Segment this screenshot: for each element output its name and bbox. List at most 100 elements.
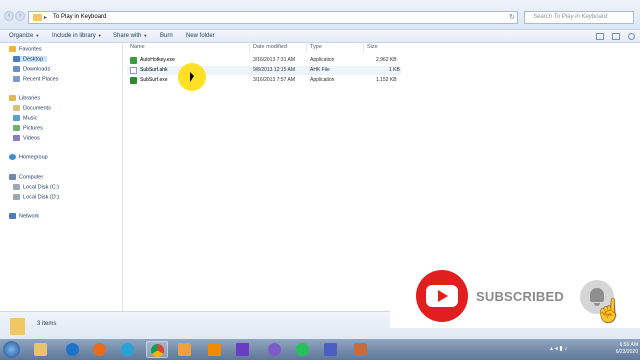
media-icon xyxy=(178,343,191,356)
taskbar-app[interactable] xyxy=(264,341,286,358)
organize-label: Organize xyxy=(9,33,34,39)
nav-local-disk-c[interactable]: Local Disk (C:) xyxy=(13,184,59,190)
nav-label: Recent Places xyxy=(23,76,59,83)
file-name: SubSurf.ahk xyxy=(140,67,168,73)
nav-label: Network xyxy=(19,213,40,220)
nav-local-disk-d[interactable]: Local Disk (D:) xyxy=(13,194,59,200)
nav-label: Downloads xyxy=(23,66,51,73)
burn-button[interactable]: Burn xyxy=(160,33,173,39)
new-folder-button[interactable]: New folder xyxy=(186,33,215,39)
explorer-icon xyxy=(34,343,47,356)
file-date: 9/8/2013 12:15 AM xyxy=(253,67,295,73)
nav-computer[interactable]: Computer xyxy=(9,174,43,180)
start-button[interactable] xyxy=(3,341,20,358)
pictures-icon xyxy=(13,125,20,131)
music-icon xyxy=(13,115,20,121)
help-icon[interactable] xyxy=(628,33,635,40)
column-header-date[interactable]: Date modified xyxy=(253,44,287,50)
file-date: 3/16/2013 7:57 AM xyxy=(253,77,295,83)
view-options-icon[interactable] xyxy=(596,33,604,40)
taskbar-app[interactable] xyxy=(62,341,84,358)
column-divider[interactable] xyxy=(306,42,307,52)
drive-icon xyxy=(13,194,20,200)
share-with-button[interactable]: Share with ▼ xyxy=(113,33,147,39)
column-header-type[interactable]: Type xyxy=(310,44,322,50)
taskbar-app[interactable] xyxy=(89,341,111,358)
folder-icon xyxy=(10,318,25,335)
nav-libraries[interactable]: Libraries xyxy=(9,95,40,101)
taskbar-app[interactable] xyxy=(292,341,314,358)
file-name: SubSurf.exe xyxy=(140,77,168,83)
taskbar-app[interactable] xyxy=(350,341,372,358)
nav-music[interactable]: Music xyxy=(13,115,37,121)
preview-pane-icon[interactable] xyxy=(612,33,620,40)
nav-desktop[interactable]: Desktop xyxy=(13,56,48,63)
nav-label: Local Disk (D:) xyxy=(23,194,60,201)
clock[interactable]: 6:56 AM 6/23/2020 xyxy=(616,342,638,356)
refresh-icon[interactable]: ↻ xyxy=(509,13,515,21)
nav-downloads[interactable]: Downloads xyxy=(13,66,50,72)
chevron-down-icon: ▼ xyxy=(143,33,148,38)
vlc-icon xyxy=(208,343,221,356)
ahk-file-icon xyxy=(130,67,137,74)
file-row[interactable]: SubSurf.ahk 9/8/2013 12:15 AM AHK File 1… xyxy=(127,66,401,75)
viber-icon xyxy=(268,343,281,356)
file-type: Application xyxy=(310,77,335,83)
forward-button[interactable]: › xyxy=(15,11,25,21)
organize-button[interactable]: Organize ▼ xyxy=(9,33,39,39)
column-divider[interactable] xyxy=(249,42,250,52)
file-row[interactable]: SubSurf.exe 3/16/2013 7:57 AM Applicatio… xyxy=(127,76,401,85)
taskbar-app[interactable] xyxy=(320,341,342,358)
taskbar-app[interactable] xyxy=(174,341,196,358)
include-in-library-button[interactable]: Include in library ▼ xyxy=(52,33,102,39)
chrome-icon xyxy=(151,344,164,357)
column-header-name[interactable]: Name xyxy=(130,44,145,50)
recent-places-icon xyxy=(13,76,20,82)
column-divider[interactable] xyxy=(363,42,364,52)
nav-label: Videos xyxy=(23,135,40,142)
star-icon xyxy=(9,46,16,52)
nav-label: Computer xyxy=(19,174,44,181)
nav-recent-places[interactable]: Recent Places xyxy=(13,76,58,82)
whatsapp-icon xyxy=(296,343,309,356)
nav-videos[interactable]: Videos xyxy=(13,135,40,141)
nav-documents[interactable]: Documents xyxy=(13,105,51,111)
play-icon xyxy=(426,285,458,307)
address-bar-area: ‹ › ▸ To Play in Keyboard ↻ Search To Pl… xyxy=(0,0,640,30)
chevron-down-icon: ▼ xyxy=(35,33,40,38)
desktop-icon xyxy=(13,56,20,62)
nav-label: Libraries xyxy=(19,95,41,102)
firefox-icon xyxy=(93,343,106,356)
file-date: 3/16/2013 7:31 AM xyxy=(253,57,295,63)
mouse-pointer-icon xyxy=(190,72,194,82)
system-tray-icons[interactable]: ▴ ◂ ▮ ♪ xyxy=(550,345,567,352)
computer-icon xyxy=(9,174,16,180)
back-button[interactable]: ‹ xyxy=(4,11,14,21)
taskbar-app[interactable] xyxy=(204,341,226,358)
file-row[interactable]: AutoHotkey.exe 3/16/2013 7:31 AM Applica… xyxy=(127,56,401,65)
taskbar-app[interactable] xyxy=(117,341,139,358)
videos-icon xyxy=(13,135,20,141)
app-icon xyxy=(130,77,137,84)
nav-label: Favorites xyxy=(19,46,42,53)
search-input[interactable]: Search To Play in Keyboard xyxy=(524,11,634,24)
nav-homegroup[interactable]: Homegroup xyxy=(9,154,48,160)
taskbar-app[interactable] xyxy=(146,341,168,358)
game-icon xyxy=(354,343,367,356)
include-label: Include in library xyxy=(52,33,96,39)
teams-icon xyxy=(324,343,337,356)
command-bar: Organize ▼ Include in library ▼ Share with… xyxy=(0,30,640,43)
taskbar-app[interactable] xyxy=(30,341,52,358)
nav-pictures[interactable]: Pictures xyxy=(13,125,43,131)
taskbar-app[interactable] xyxy=(232,341,254,358)
play-arrow-icon xyxy=(236,343,249,356)
nav-network[interactable]: Network xyxy=(9,213,39,219)
breadcrumb-arrow-icon[interactable]: ▸ xyxy=(44,14,47,21)
autohotkey-icon xyxy=(130,57,137,64)
nav-label: Documents xyxy=(23,105,51,112)
column-header-size[interactable]: Size xyxy=(367,44,378,50)
file-type: Application xyxy=(310,57,335,63)
nav-favorites[interactable]: Favorites xyxy=(9,46,42,52)
address-field[interactable]: ▸ To Play in Keyboard ↻ xyxy=(28,11,518,24)
breadcrumb-path[interactable]: To Play in Keyboard xyxy=(53,14,106,20)
